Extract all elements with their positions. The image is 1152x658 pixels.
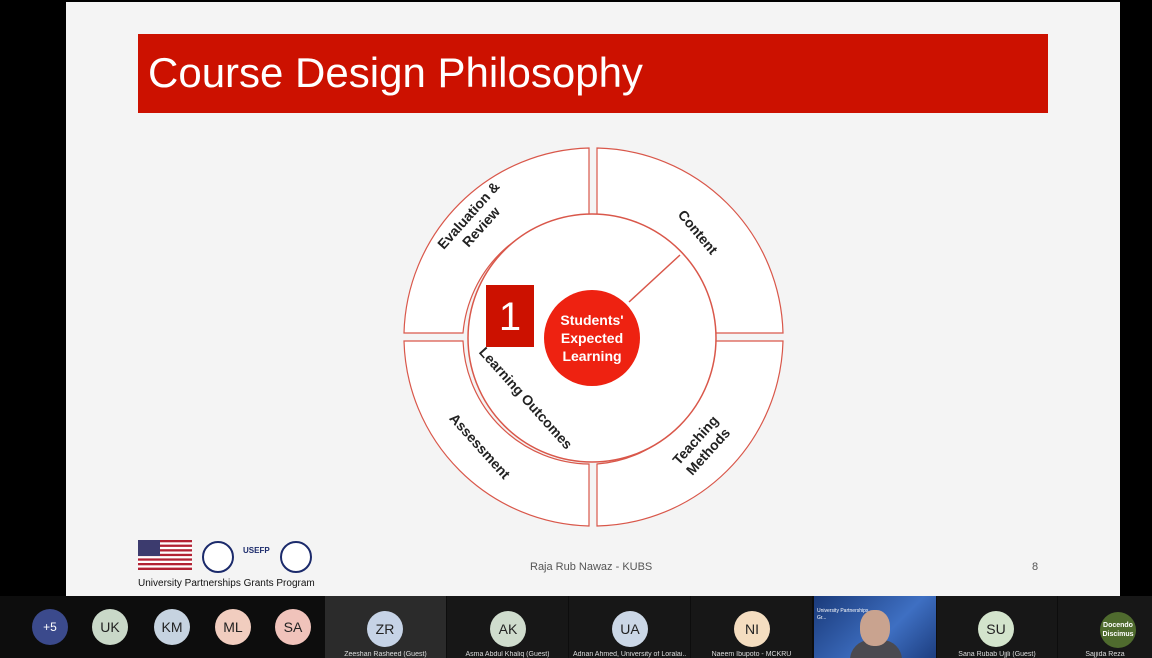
participant-tile[interactable]: UA Adnan Ahmed, University of Loralai...	[569, 596, 690, 658]
avatar: SU	[978, 611, 1014, 647]
profile-bubble[interactable]: Docendo Discimus	[1100, 612, 1136, 648]
avatar: ZR	[367, 611, 403, 647]
presenter-footer: Raja Rub Nawaz - KUBS	[530, 561, 653, 573]
participant-tile[interactable]: SU Sana Rubab Ujjli (Guest)	[937, 596, 1057, 658]
us-flag-icon	[138, 540, 192, 570]
participant-strip: +5 UK KM ML SA ZR Zeeshan Rasheed (Guest…	[0, 596, 1152, 658]
participant-tile[interactable]: SA	[260, 596, 324, 658]
usefp-logo: USEFP	[243, 546, 270, 555]
participant-name: Sajjida Reza	[1085, 651, 1125, 658]
participant-tile[interactable]: ZR Zeeshan Rasheed (Guest)	[325, 596, 446, 658]
participant-tile[interactable]: KM	[140, 596, 200, 658]
avatar: AK	[490, 611, 526, 647]
slide-page-number: 8	[1032, 561, 1039, 573]
speaker-head	[860, 610, 890, 646]
program-name: University Partnerships Grants Program	[138, 578, 315, 589]
avatar-more: +5	[32, 609, 68, 645]
presentation-slide: Course Design Philosophy Students' Expec…	[66, 2, 1120, 596]
avatar: UK	[92, 609, 128, 645]
university-seal-icon	[280, 541, 312, 573]
avatar: UA	[612, 611, 648, 647]
participant-name: Asma Abdul Khaliq (Guest)	[465, 651, 550, 658]
course-design-diagram: Students' Expected Learning 1 Evaluation…	[403, 147, 784, 527]
avatar: KM	[154, 609, 190, 645]
participant-tile[interactable]: ML	[200, 596, 260, 658]
center-line-3: Learning	[562, 348, 621, 364]
participant-name: Naeem Ibupoto - MCKRU	[711, 651, 792, 658]
speaker-video-tile[interactable]: University Partnerships Gr...	[814, 596, 936, 658]
center-line-1: Students'	[560, 312, 623, 328]
participant-tile[interactable]: NI Naeem Ibupoto - MCKRU	[691, 596, 812, 658]
avatar: ML	[215, 609, 251, 645]
participant-tile[interactable]: AK Asma Abdul Khaliq (Guest)	[447, 596, 568, 658]
center-line-2: Expected	[561, 330, 623, 346]
state-department-seal-icon	[202, 541, 234, 573]
step-number: 1	[499, 295, 521, 339]
sponsor-logos: USEFP	[138, 538, 318, 573]
avatar: SA	[275, 609, 311, 645]
participant-tile[interactable]: UK	[80, 596, 140, 658]
participant-name: Sana Rubab Ujjli (Guest)	[958, 651, 1036, 658]
avatar: NI	[734, 611, 770, 647]
participant-name: Adnan Ahmed, University of Loralai...	[573, 651, 686, 658]
participant-tile-more[interactable]: +5	[20, 596, 80, 658]
participant-name: Zeeshan Rasheed (Guest)	[344, 651, 427, 658]
